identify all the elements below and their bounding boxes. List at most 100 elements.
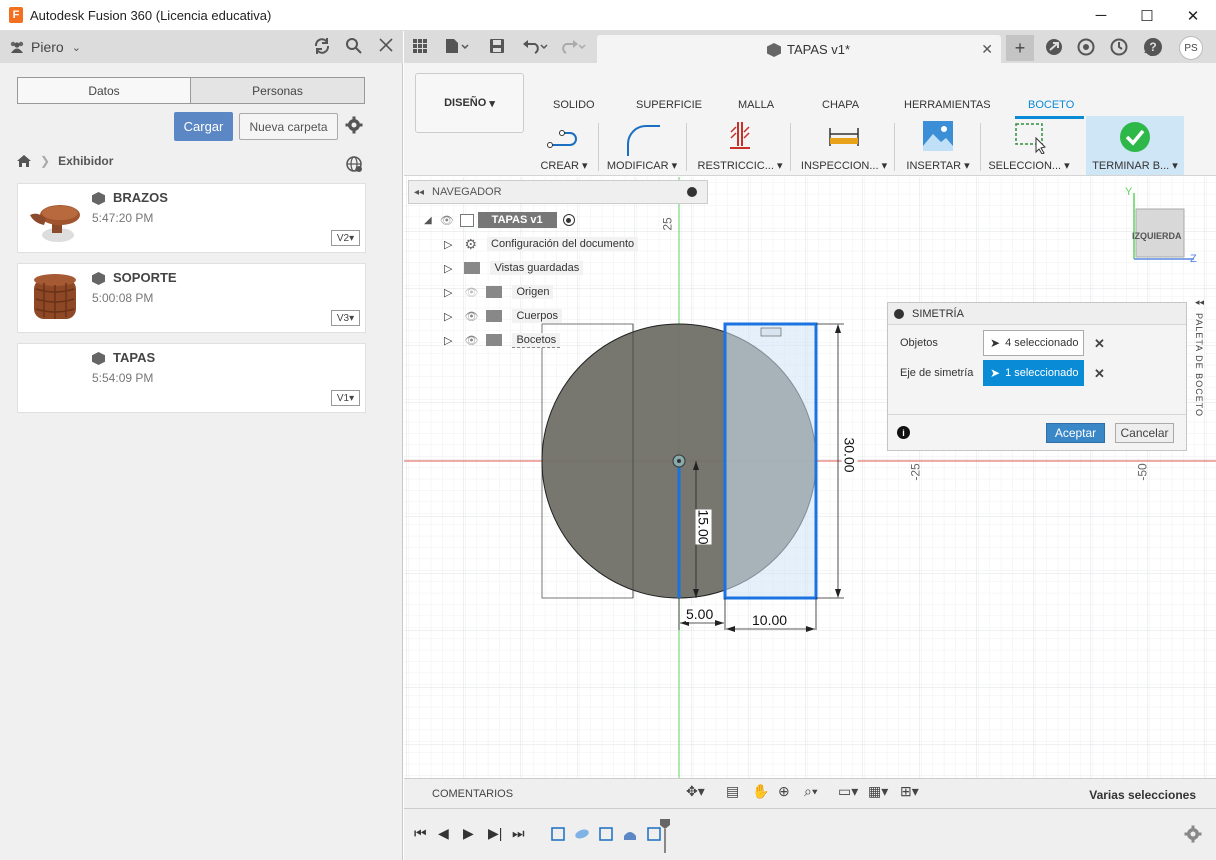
grid-settings-icon[interactable]: ▦▾ — [868, 783, 888, 800]
refresh-icon[interactable] — [313, 37, 331, 55]
tab-superficie[interactable]: SUPERFICIE — [636, 99, 702, 111]
version-dropdown[interactable]: V3 ▾ — [331, 310, 360, 326]
tab-chapa[interactable]: CHAPA — [822, 99, 859, 111]
dimension-10-text[interactable]: 10.00 — [752, 612, 788, 628]
new-folder-button[interactable]: Nueva carpeta — [239, 113, 338, 140]
user-name[interactable]: Piero — [31, 39, 64, 55]
clear-axis-icon[interactable]: ✕ — [1094, 366, 1105, 382]
collapse-icon[interactable]: ◂◂ — [414, 187, 424, 198]
navigator-item-origin[interactable]: ▷ 👁 Origen — [444, 282, 554, 302]
dialog-header[interactable]: SIMETRÍA — [888, 303, 1186, 325]
select-group[interactable]: SELECCION... ▾ — [984, 120, 1074, 176]
cancel-button[interactable]: Cancelar — [1115, 423, 1174, 443]
avatar[interactable]: PS — [1179, 36, 1203, 60]
constraints-group[interactable]: RESTRICCIC... ▾ — [690, 120, 790, 176]
tab-boceto[interactable]: BOCETO — [1028, 99, 1074, 111]
comments-label[interactable]: COMENTARIOS — [432, 788, 513, 800]
navigator-item-bodies[interactable]: ▷ 👁 Cuerpos — [444, 306, 563, 326]
home-icon[interactable] — [16, 154, 32, 168]
dimension-30-text[interactable]: 30.00 — [841, 437, 858, 473]
timeline-extrude-icon[interactable] — [574, 826, 590, 842]
viewports-icon[interactable]: ⊞▾ — [900, 783, 919, 800]
dimension-15-text[interactable]: 15.00 — [695, 509, 712, 545]
close-tab-icon[interactable]: ✕ — [981, 41, 993, 58]
upload-button[interactable]: Cargar — [174, 112, 233, 141]
globe-icon[interactable] — [346, 156, 363, 173]
tab-herramientas[interactable]: HERRAMIENTAS — [904, 99, 991, 111]
step-back-icon[interactable]: ◀ — [438, 825, 449, 842]
extensions-icon[interactable] — [1045, 38, 1063, 56]
eye-icon[interactable]: 👁 — [464, 310, 478, 323]
tab-personas[interactable]: Personas — [190, 77, 365, 104]
eye-icon[interactable]: 👁 — [464, 334, 478, 347]
help-icon[interactable]: ? — [1144, 38, 1162, 56]
tab-malla[interactable]: MALLA — [738, 99, 774, 111]
symmetry-axis-selection-field[interactable]: ➤ 1 seleccionado — [983, 360, 1084, 386]
inspect-group[interactable]: INSPECCION... ▾ — [794, 120, 894, 176]
redo-icon[interactable] — [560, 38, 586, 54]
navigator-root[interactable]: ◢ 👁 TAPAS v1 — [424, 210, 575, 230]
look-at-icon[interactable]: ▤ — [726, 783, 739, 800]
step-forward-icon[interactable]: ▶| — [488, 825, 502, 842]
timeline-sketch-icon[interactable] — [598, 826, 614, 842]
expand-triangle-icon[interactable]: ▷ — [444, 262, 452, 275]
grid-menu-icon[interactable] — [412, 38, 428, 54]
activate-radio-icon[interactable] — [562, 214, 575, 226]
minimize-button[interactable]: ─ — [1078, 0, 1124, 31]
file-menu-icon[interactable] — [445, 38, 469, 54]
save-icon[interactable] — [489, 38, 505, 54]
finish-sketch-group[interactable]: TERMINAR B... ▾ — [1086, 120, 1184, 176]
root-component-label[interactable]: TAPAS v1 — [477, 212, 557, 228]
play-icon[interactable]: ▶ — [463, 825, 474, 842]
version-dropdown[interactable]: V2 ▾ — [331, 230, 360, 246]
eye-hidden-icon[interactable]: 👁 — [464, 286, 478, 299]
go-to-end-icon[interactable]: ⏭ — [512, 825, 525, 842]
orbit-icon[interactable]: ✥▾ — [686, 783, 705, 800]
search-icon[interactable] — [345, 37, 363, 55]
create-group[interactable]: CREAR ▾ — [534, 120, 594, 176]
sketch-palette-tab[interactable]: ◂◂ PALETA DE BOCETO — [1186, 293, 1216, 493]
file-card-soporte[interactable]: SOPORTE 5:00:08 PM V3 ▾ — [17, 263, 366, 333]
view-cube-face-label[interactable]: IZQUIERDA — [1132, 231, 1182, 241]
gear-icon[interactable] — [345, 116, 363, 134]
close-window-button[interactable]: ✕ — [1170, 0, 1216, 31]
navigator-item-saved-views[interactable]: ▷ Vistas guardadas — [444, 258, 584, 278]
undo-icon[interactable] — [522, 38, 548, 54]
ok-button[interactable]: Aceptar — [1046, 423, 1105, 443]
dimension-5-text[interactable]: 5.00 — [686, 606, 714, 622]
navigator-item-sketches[interactable]: ▷ 👁 Bocetos — [444, 330, 561, 350]
new-tab-button[interactable]: + — [1006, 35, 1034, 61]
file-card-brazos[interactable]: BRAZOS 5:47:20 PM V2 ▾ — [17, 183, 366, 253]
timeline-marker[interactable] — [660, 819, 670, 853]
eye-icon[interactable]: 👁 — [440, 214, 454, 227]
view-cube[interactable] — [1130, 183, 1210, 263]
minimize-navigator-icon[interactable] — [687, 187, 697, 197]
sketch-canvas[interactable]: 25 -25 -50 30.00 15.00 5.00 10.00 ◂◂ NAV… — [404, 177, 1216, 808]
maximize-button[interactable]: ☐ — [1124, 0, 1170, 31]
info-icon[interactable]: i — [897, 426, 910, 439]
navigator-header[interactable]: ◂◂ NAVEGADOR — [408, 180, 708, 204]
tab-solido[interactable]: SOLIDO — [553, 99, 595, 111]
zoom-icon[interactable]: ⊕ — [778, 783, 790, 800]
timeline-sketch-icon[interactable] — [550, 826, 566, 842]
insert-group[interactable]: INSERTAR ▾ — [898, 120, 978, 176]
expand-triangle-icon[interactable]: ◢ — [424, 215, 432, 226]
modify-group[interactable]: MODIFICAR ▾ — [602, 120, 682, 176]
timeline-revolve-icon[interactable] — [622, 826, 638, 842]
job-status-icon[interactable] — [1077, 38, 1095, 56]
workspace-switcher[interactable]: DISEÑO ▾ — [415, 73, 524, 133]
chevron-down-icon[interactable]: ⌄ — [72, 41, 81, 54]
display-settings-icon[interactable]: ▭▾ — [838, 783, 858, 800]
expand-palette-icon[interactable]: ◂◂ — [1195, 297, 1204, 308]
file-card-tapas[interactable]: TAPAS 5:54:09 PM V1 ▾ — [17, 343, 366, 413]
collapse-dialog-icon[interactable] — [894, 308, 904, 319]
objects-selection-field[interactable]: ➤ 4 seleccionado — [983, 330, 1084, 356]
document-tab[interactable]: TAPAS v1* ✕ — [597, 35, 1001, 63]
version-dropdown[interactable]: V1 ▾ — [331, 390, 360, 406]
tab-datos[interactable]: Datos — [17, 77, 191, 104]
fit-icon[interactable]: ⌕▾ — [804, 783, 818, 800]
expand-triangle-icon[interactable]: ▷ — [444, 310, 452, 323]
timeline-settings-icon[interactable] — [1184, 825, 1202, 843]
breadcrumb-folder[interactable]: Exhibidor — [58, 154, 113, 168]
pan-hand-icon[interactable]: ✋ — [752, 783, 769, 800]
